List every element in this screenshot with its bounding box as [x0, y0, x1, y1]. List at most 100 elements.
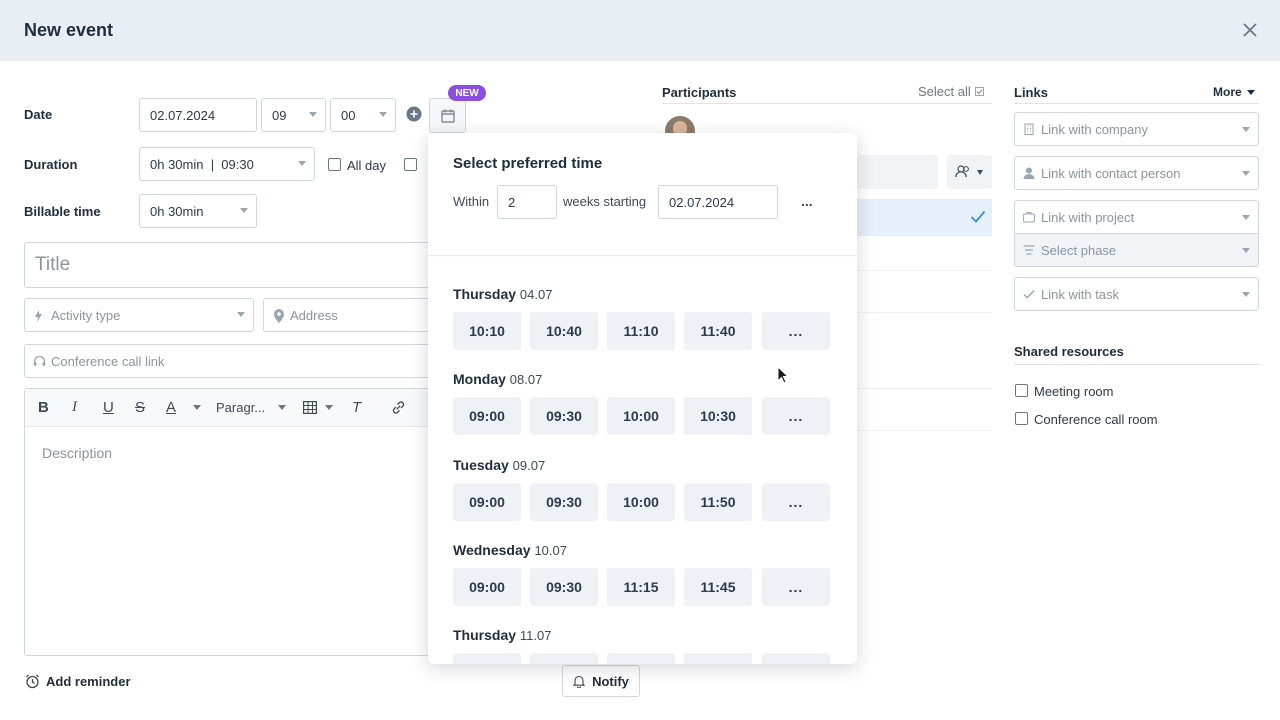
shared-resources-divider: [1014, 364, 1259, 365]
hour-value: 09: [272, 107, 287, 123]
time-slot-button[interactable]: 10:30: [684, 397, 752, 435]
notify-button[interactable]: Notify: [562, 665, 640, 697]
billable-time-select[interactable]: 0h 30min: [139, 194, 257, 228]
more-slots-button[interactable]: [762, 653, 830, 664]
time-slot-button[interactable]: 11:45: [684, 568, 752, 606]
description-editor[interactable]: B I U S A Paragr... T Description: [24, 388, 434, 656]
participant-search[interactable]: [857, 155, 938, 189]
chevron-down-icon[interactable]: [278, 405, 286, 410]
chevron-down-icon: [1242, 171, 1250, 176]
phase-icon: [1023, 245, 1035, 255]
select-phase-select[interactable]: Select phase: [1014, 233, 1259, 267]
meeting-room-checkbox[interactable]: [1015, 384, 1028, 397]
conference-link-placeholder: Conference call link: [51, 353, 165, 369]
chevron-down-icon[interactable]: [193, 405, 201, 410]
links-more-button[interactable]: More: [1213, 85, 1255, 99]
links-title: Links: [1014, 85, 1048, 100]
address-input[interactable]: Address: [263, 298, 434, 332]
popup-options-button[interactable]: ...: [801, 193, 813, 209]
headset-icon: [33, 355, 46, 366]
weeks-value: 2: [508, 194, 516, 210]
time-slot-button[interactable]: 09:00: [453, 568, 521, 606]
participant-divider: [857, 270, 992, 271]
popup-title: Select preferred time: [453, 155, 603, 172]
close-icon[interactable]: [1238, 18, 1262, 42]
time-slot-button[interactable]: 10:10: [453, 312, 521, 350]
time-slot-button[interactable]: 10:00: [607, 483, 675, 521]
time-slot-button[interactable]: 11:10: [607, 312, 675, 350]
time-slot-button[interactable]: 09:00: [453, 483, 521, 521]
link-company-select[interactable]: Link with company: [1014, 112, 1259, 146]
time-slot-button[interactable]: 11:15: [607, 568, 675, 606]
minute-select[interactable]: 00: [330, 98, 396, 132]
billable-time-label: Billable time: [24, 204, 101, 219]
date-input[interactable]: 02.07.2024: [139, 98, 257, 132]
title-input[interactable]: Title: [24, 242, 434, 288]
weeks-input[interactable]: 2: [497, 185, 557, 219]
time-slot-button[interactable]: [607, 653, 675, 664]
time-slot-button[interactable]: 10:00: [607, 397, 675, 435]
clear-format-icon[interactable]: T: [352, 399, 361, 416]
select-phase-label: Select phase: [1041, 242, 1117, 258]
italic-icon[interactable]: I: [72, 399, 77, 416]
day-label: Tuesday 09.07: [453, 457, 545, 473]
participant-divider: [857, 430, 992, 431]
link-task-label: Link with task: [1041, 286, 1120, 302]
time-slot-button[interactable]: [684, 653, 752, 664]
duration-select[interactable]: 0h 30min | 09:30: [139, 147, 315, 181]
link-contact-select[interactable]: Link with contact person: [1014, 156, 1259, 190]
day-label: Wednesday 10.07: [453, 542, 567, 558]
more-slots-button[interactable]: ...: [762, 397, 830, 435]
chevron-down-icon[interactable]: [325, 405, 333, 410]
link-task-select[interactable]: Link with task: [1014, 277, 1259, 311]
more-slots-button[interactable]: ...: [762, 568, 830, 606]
check-icon: [1023, 290, 1035, 299]
chevron-down-icon: [1242, 215, 1250, 220]
all-day-checkbox[interactable]: [328, 158, 341, 171]
conference-link-input[interactable]: Conference call link: [24, 344, 434, 378]
link-icon[interactable]: [391, 400, 406, 415]
day-name: Monday: [453, 371, 506, 387]
text-color-icon[interactable]: A: [166, 399, 176, 416]
time-slot-button[interactable]: 09:30: [530, 568, 598, 606]
participant-divider: [857, 388, 992, 389]
time-slot-button[interactable]: 09:00: [453, 397, 521, 435]
select-all-button[interactable]: Select all: [918, 84, 984, 99]
time-slot-button[interactable]: 11:40: [684, 312, 752, 350]
bold-icon[interactable]: B: [38, 399, 49, 416]
link-project-select[interactable]: Link with project: [1014, 200, 1259, 234]
preferred-time-button[interactable]: [429, 98, 466, 133]
time-slot-button[interactable]: 09:30: [530, 397, 598, 435]
hour-select[interactable]: 09: [261, 98, 326, 132]
conference-room-checkbox[interactable]: [1015, 412, 1028, 425]
day-name: Thursday: [453, 627, 517, 643]
all-day-label: All day: [347, 158, 387, 173]
add-reminder-button[interactable]: Add reminder: [25, 672, 131, 690]
briefcase-icon: [1023, 212, 1035, 223]
time-slot-button[interactable]: 09:30: [530, 483, 598, 521]
strikethrough-icon[interactable]: S: [135, 399, 145, 416]
more-slots-button[interactable]: ...: [762, 312, 830, 350]
chevron-down-icon: [379, 112, 387, 117]
underline-icon[interactable]: U: [103, 399, 114, 416]
table-icon[interactable]: [303, 401, 317, 414]
paragraph-select[interactable]: Paragr...: [216, 400, 265, 415]
day-label: Thursday 11.07: [453, 627, 551, 643]
more-slots-button[interactable]: ...: [762, 483, 830, 521]
start-date-input[interactable]: 02.07.2024: [658, 185, 778, 219]
time-slot-button[interactable]: 10:40: [530, 312, 598, 350]
conference-room-label: Conference call room: [1034, 412, 1158, 427]
dialog-title: New event: [24, 20, 114, 40]
participant-row-selected[interactable]: [857, 199, 992, 236]
second-checkbox[interactable]: [404, 158, 417, 171]
add-circle-icon[interactable]: [406, 106, 422, 122]
start-date-value: 02.07.2024: [669, 194, 735, 210]
time-slot-button[interactable]: 11:50: [684, 483, 752, 521]
links-divider: [1014, 103, 1259, 104]
day-date: 04.07: [519, 287, 553, 302]
activity-type-select[interactable]: Activity type: [24, 298, 254, 332]
description-placeholder: Description: [42, 445, 113, 461]
time-slot-button[interactable]: [453, 653, 521, 664]
participant-group-button[interactable]: [947, 155, 992, 189]
time-slot-button[interactable]: [530, 653, 598, 664]
